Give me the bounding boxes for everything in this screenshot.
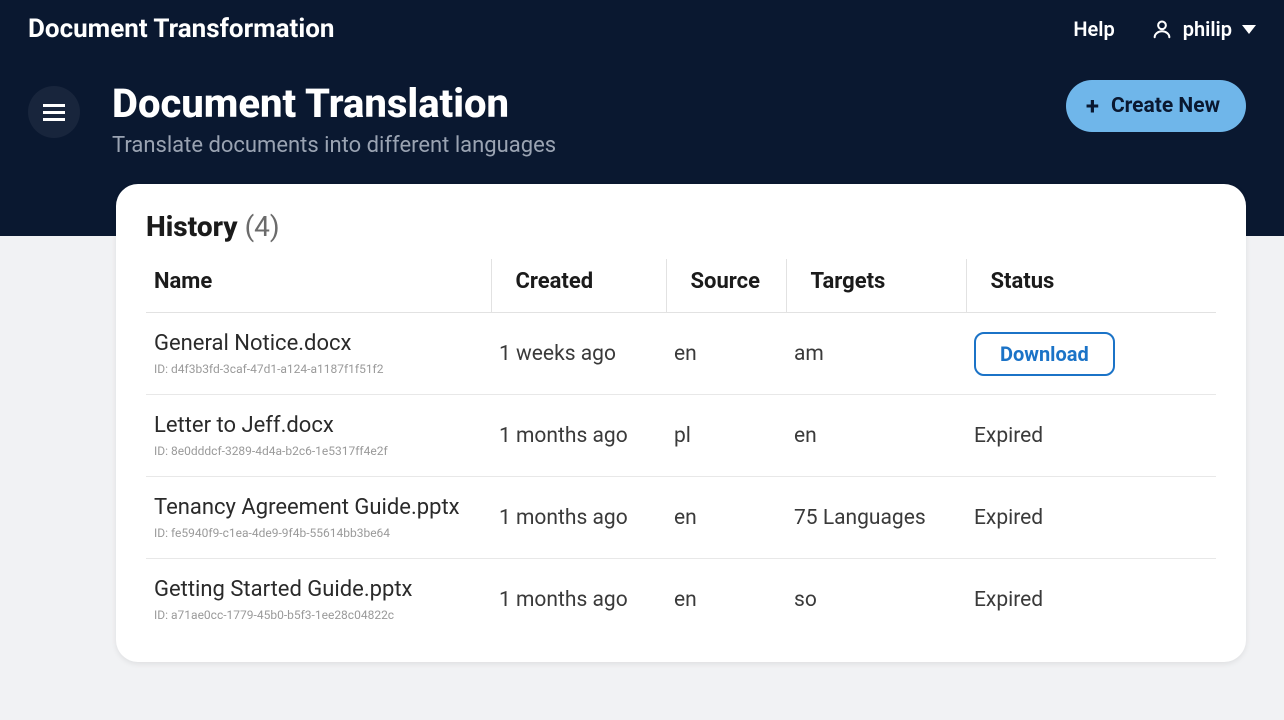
- download-button[interactable]: Download: [974, 332, 1115, 376]
- cell-source: pl: [666, 395, 786, 477]
- table-row: Tenancy Agreement Guide.pptx ID: fe5940f9…: [146, 477, 1216, 559]
- table-row: Letter to Jeff.docx ID: 8e0dddcf-3289-4d4…: [146, 395, 1216, 477]
- cell-created: 1 months ago: [491, 477, 666, 559]
- cell-created: 1 weeks ago: [491, 313, 666, 395]
- col-header-status: Status: [966, 259, 1216, 313]
- cell-name: General Notice.docx ID: d4f3b3fd-3caf-47d…: [146, 313, 491, 395]
- cell-targets: 75 Languages: [786, 477, 966, 559]
- page-subtitle: Translate documents into different langu…: [112, 133, 556, 158]
- table-row: Getting Started Guide.pptx ID: a71ae0cc-1…: [146, 559, 1216, 641]
- cell-created: 1 months ago: [491, 559, 666, 641]
- user-menu[interactable]: philip: [1151, 17, 1256, 41]
- history-heading: History (4): [146, 210, 1216, 243]
- hamburger-icon: [43, 111, 65, 114]
- cell-status: Expired: [966, 395, 1216, 477]
- cell-name: Letter to Jeff.docx ID: 8e0dddcf-3289-4d4…: [146, 395, 491, 477]
- header-titles: Document Translation Translate documents…: [112, 80, 556, 158]
- page-title: Document Translation: [112, 80, 556, 127]
- cell-status: Expired: [966, 477, 1216, 559]
- cell-name: Tenancy Agreement Guide.pptx ID: fe5940f9…: [146, 477, 491, 559]
- user-icon: [1151, 18, 1173, 40]
- cell-source: en: [666, 313, 786, 395]
- app-title: Document Transformation: [28, 14, 334, 44]
- history-table: Name Created Source Targets Status Gener…: [146, 259, 1216, 640]
- doc-id: ID: fe5940f9-c1ea-4de9-9f4b-55614bb3be64: [154, 526, 483, 540]
- table-header-row: Name Created Source Targets Status: [146, 259, 1216, 313]
- doc-name: Letter to Jeff.docx: [154, 413, 483, 438]
- cell-source: en: [666, 559, 786, 641]
- col-header-source: Source: [666, 259, 786, 313]
- doc-name: Tenancy Agreement Guide.pptx: [154, 495, 483, 520]
- history-title: History: [146, 210, 238, 243]
- status-text: Expired: [974, 588, 1043, 612]
- create-new-button[interactable]: + Create New: [1066, 80, 1246, 132]
- help-link[interactable]: Help: [1073, 17, 1114, 41]
- cell-targets: so: [786, 559, 966, 641]
- create-new-label: Create New: [1111, 94, 1220, 118]
- cell-status: Expired: [966, 559, 1216, 641]
- user-name: philip: [1183, 17, 1232, 41]
- chevron-down-icon: [1242, 25, 1256, 34]
- col-header-name: Name: [146, 259, 491, 313]
- col-header-created: Created: [491, 259, 666, 313]
- plus-icon: +: [1086, 94, 1099, 118]
- doc-id: ID: a71ae0cc-1779-45b0-b5f3-1ee28c04822c: [154, 608, 483, 622]
- status-text: Expired: [974, 424, 1043, 448]
- cell-created: 1 months ago: [491, 395, 666, 477]
- status-text: Expired: [974, 506, 1043, 530]
- topbar: Document Transformation Help philip: [0, 0, 1284, 58]
- table-row: General Notice.docx ID: d4f3b3fd-3caf-47d…: [146, 313, 1216, 395]
- cell-source: en: [666, 477, 786, 559]
- doc-id: ID: 8e0dddcf-3289-4d4a-b2c6-1e5317ff4e2f: [154, 444, 483, 458]
- col-header-targets: Targets: [786, 259, 966, 313]
- cell-targets: en: [786, 395, 966, 477]
- topbar-right: Help philip: [1073, 17, 1256, 41]
- menu-button[interactable]: [28, 86, 80, 138]
- cell-name: Getting Started Guide.pptx ID: a71ae0cc-1…: [146, 559, 491, 641]
- history-count: (4): [245, 210, 280, 243]
- doc-id: ID: d4f3b3fd-3caf-47d1-a124-a1187f1f51f2: [154, 362, 483, 376]
- cell-status: Download: [966, 313, 1216, 395]
- doc-name: Getting Started Guide.pptx: [154, 577, 483, 602]
- doc-name: General Notice.docx: [154, 331, 483, 356]
- history-card: History (4) Name Created Source Targets …: [116, 184, 1246, 662]
- cell-targets: am: [786, 313, 966, 395]
